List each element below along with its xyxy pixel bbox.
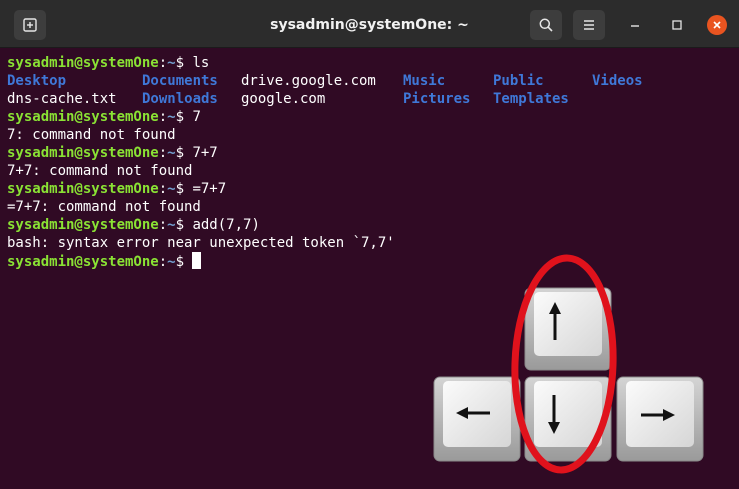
hamburger-menu-icon — [584, 20, 594, 30]
prompt-line: sysadmin@systemOne:~$ add(7,7) — [7, 216, 732, 234]
prompt-user-host: sysadmin@systemOne — [7, 217, 159, 233]
prompt-separator: : — [158, 145, 168, 161]
ls-entry-file: dns-cache.txt — [7, 91, 117, 107]
command-text: ls — [192, 55, 210, 71]
prompt-line: sysadmin@systemOne:~$ 7+7 — [7, 144, 732, 162]
prompt-symbol: $ — [175, 181, 193, 197]
ls-entry-directory: Downloads — [142, 91, 218, 107]
prompt-path: ~ — [167, 109, 176, 125]
prompt-separator: : — [158, 181, 168, 197]
prompt-separator: : — [158, 55, 168, 71]
ls-entry-directory: Templates — [493, 91, 569, 107]
ls-output-row: Desktop Documents drive.google.com Music Pub… — [7, 72, 732, 90]
prompt-separator: : — [158, 109, 168, 125]
command-text: =7+7 — [192, 181, 227, 197]
command-text: add(7,7) — [192, 217, 260, 233]
minimize-button[interactable] — [625, 15, 645, 35]
ls-entry-directory: Desktop — [7, 73, 67, 89]
prompt-user-host: sysadmin@systemOne — [7, 109, 159, 125]
prompt-path: ~ — [167, 181, 176, 197]
prompt-path: ~ — [167, 254, 176, 270]
prompt-path: ~ — [167, 145, 176, 161]
ls-entry-directory: Public — [493, 73, 544, 89]
title-bar: sysadmin@systemOne: ~ — [0, 0, 739, 48]
terminal-output[interactable]: sysadmin@systemOne:~$ ls Desktop Document… — [0, 48, 739, 489]
close-button[interactable] — [707, 15, 727, 35]
search-icon — [539, 18, 553, 32]
ls-entry-directory: Music — [403, 73, 446, 89]
command-output: bash: syntax error near unexpected token… — [7, 235, 395, 251]
prompt-symbol: $ — [175, 145, 193, 161]
prompt-symbol: $ — [175, 254, 193, 270]
prompt-user-host: sysadmin@systemOne — [7, 181, 159, 197]
prompt-line: sysadmin@systemOne:~$ =7+7 — [7, 180, 732, 198]
command-output: =7+7: command not found — [7, 199, 201, 215]
maximize-icon — [672, 20, 682, 30]
ls-output-row: dns-cache.txt Downloads google.com Pictures… — [7, 90, 732, 108]
prompt-user-host: sysadmin@systemOne — [7, 145, 159, 161]
maximize-button[interactable] — [667, 15, 687, 35]
menu-button[interactable] — [573, 10, 605, 40]
prompt-separator: : — [158, 217, 168, 233]
prompt-symbol: $ — [175, 109, 193, 125]
prompt-separator: : — [158, 254, 168, 270]
text-cursor — [192, 252, 202, 269]
minimize-icon — [631, 25, 639, 27]
ls-entry-directory: Videos — [592, 73, 643, 89]
prompt-line: sysadmin@systemOne:~$ 7 — [7, 108, 732, 126]
prompt-line-active[interactable]: sysadmin@systemOne:~$ — [7, 252, 732, 270]
search-button[interactable] — [530, 10, 562, 40]
command-text: 7+7 — [192, 145, 218, 161]
ls-entry-directory: Pictures — [403, 91, 471, 107]
ls-entry-file: google.com — [241, 91, 326, 107]
prompt-user-host: sysadmin@systemOne — [7, 55, 159, 71]
prompt-line: sysadmin@systemOne:~$ ls — [7, 54, 732, 72]
close-icon — [713, 21, 721, 29]
command-output: 7: command not found — [7, 127, 176, 143]
prompt-user-host: sysadmin@systemOne — [7, 254, 159, 270]
command-output: 7+7: command not found — [7, 163, 193, 179]
prompt-path: ~ — [167, 217, 176, 233]
prompt-symbol: $ — [175, 217, 193, 233]
ls-entry-directory: Documents — [142, 73, 218, 89]
prompt-path: ~ — [167, 55, 176, 71]
prompt-symbol: $ — [175, 55, 193, 71]
ls-entry-file: drive.google.com — [241, 73, 376, 89]
command-text: 7 — [192, 109, 201, 125]
